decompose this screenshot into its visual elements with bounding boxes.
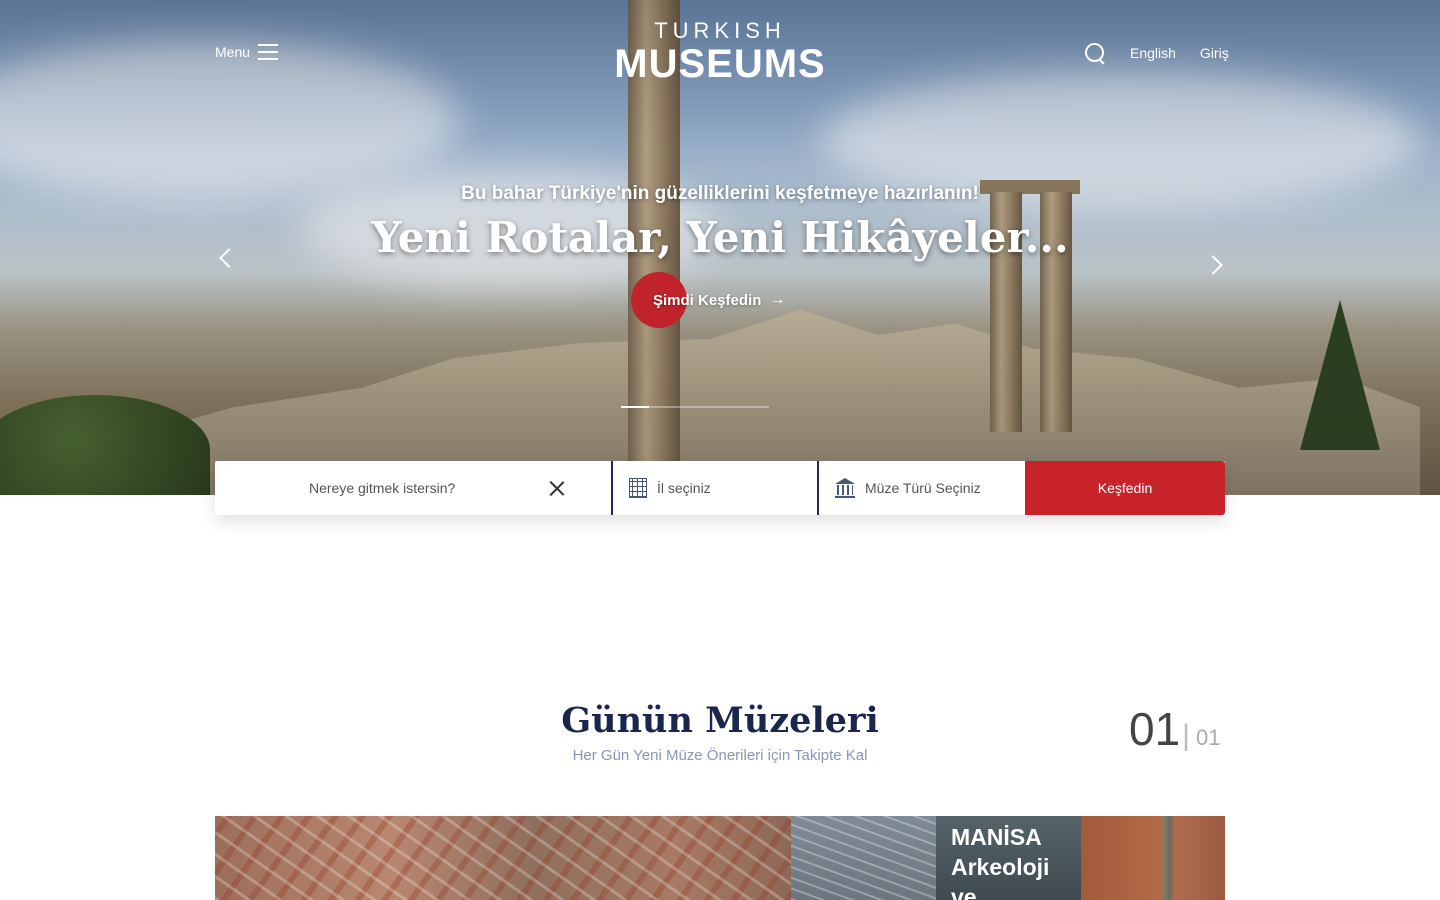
slider-dot[interactable] <box>649 406 709 408</box>
city-select[interactable]: İl seçiniz <box>613 461 819 515</box>
building-icon <box>629 478 647 498</box>
explore-now-button[interactable]: Şimdi Keşfedin → <box>631 272 785 328</box>
museum-icon <box>835 478 855 498</box>
header-actions: English Giriş <box>1084 42 1229 64</box>
city-select-label: İl seçiniz <box>657 480 711 496</box>
menu-label: Menu <box>215 44 251 60</box>
cta-label: Şimdi Keşfedin <box>653 291 762 309</box>
museum-card-image[interactable] <box>215 816 791 900</box>
hero-subtitle: Bu bahar Türkiye'nin güzelliklerini keşf… <box>461 183 979 204</box>
destination-input[interactable]: Nereye gitmek istersin? <box>215 461 613 515</box>
hamburger-icon <box>258 42 279 62</box>
search-submit-button[interactable]: Keşfedin <box>1025 461 1225 515</box>
section-subtitle: Her Gün Yeni Müze Önerileri için Takipte… <box>572 747 868 764</box>
museum-card-image[interactable] <box>791 816 936 900</box>
language-switch[interactable]: English <box>1130 45 1176 61</box>
counter-total: 01 <box>1195 725 1221 750</box>
museum-type-select[interactable]: Müze Türü Seçiniz <box>819 461 1025 515</box>
arrow-right-icon: → <box>769 291 786 308</box>
slide-counter: 01 | 01 <box>1129 704 1220 754</box>
museum-cards: MANİSA Arkeoloji ve <box>215 816 1225 900</box>
logo-main-text: MUSEUMS <box>614 42 826 86</box>
counter-separator: | <box>1182 719 1190 752</box>
search-icon[interactable] <box>1084 42 1106 64</box>
slider-dot-active[interactable] <box>621 406 649 408</box>
destination-placeholder: Nereye gitmek istersin? <box>309 480 456 496</box>
hero-title: Yeni Rotalar, Yeni Hikâyeler... <box>371 213 1069 262</box>
museum-card-image[interactable] <box>1081 816 1225 900</box>
museum-card-title[interactable]: MANİSA Arkeoloji ve <box>936 816 1081 900</box>
museum-type-label: Müze Türü Seçiniz <box>865 480 981 496</box>
counter-current: 01 <box>1129 703 1181 755</box>
login-link[interactable]: Giriş <box>1200 45 1229 61</box>
museum-search-bar: Nereye gitmek istersin? İl seçiniz Müze … <box>215 461 1225 515</box>
close-icon[interactable] <box>549 480 565 496</box>
menu-button[interactable]: Menu <box>215 42 279 62</box>
logo-top-text: TURKISH <box>654 18 786 43</box>
hero-banner: Menu TURKISH MUSEUMS English Giriş Bu ba… <box>0 0 1440 495</box>
section-title: Günün Müzeleri <box>561 700 879 741</box>
slider-pagination <box>621 406 769 408</box>
site-logo[interactable]: TURKISH MUSEUMS <box>608 18 832 84</box>
slider-dot[interactable] <box>709 406 769 408</box>
